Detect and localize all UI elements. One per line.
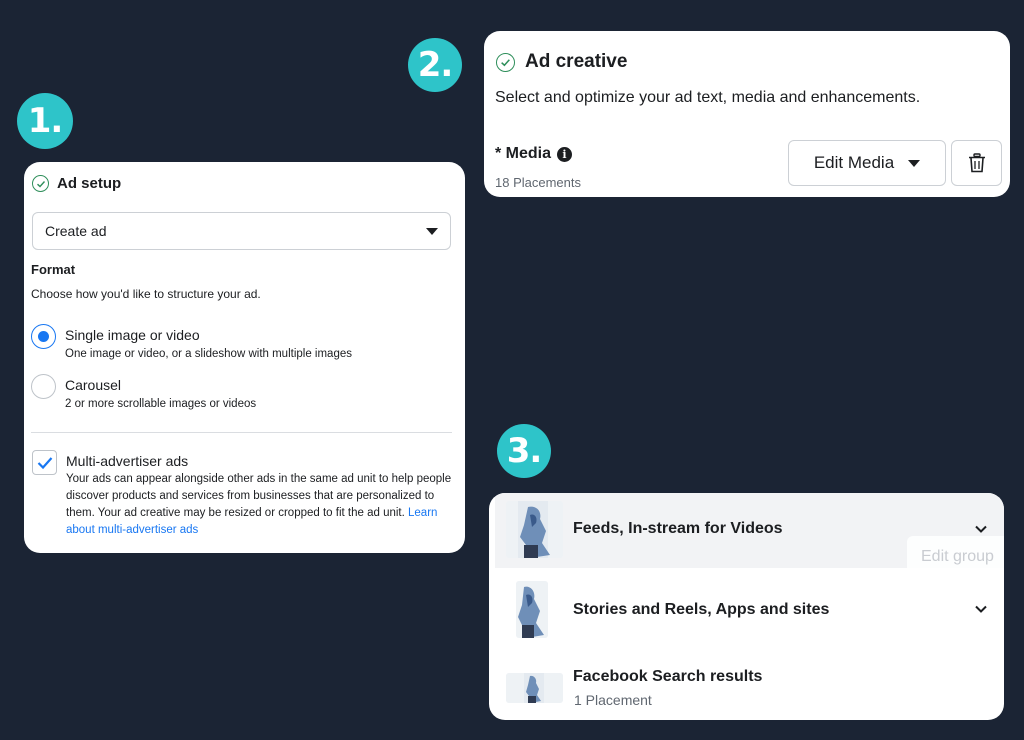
format-option-single[interactable]: Single image or video One image or video… xyxy=(31,324,352,360)
multi-advertiser-description: Your ads can appear alongside other ads … xyxy=(66,471,452,539)
ad-setup-select-value: Create ad xyxy=(45,223,107,239)
video-thumbnail xyxy=(516,581,548,638)
placement-row-title[interactable]: Stories and Reels, Apps and sites xyxy=(573,601,829,619)
multi-advertiser-text: Your ads can appear alongside other ads … xyxy=(66,473,452,519)
video-thumbnail xyxy=(506,673,563,703)
carousel-radio[interactable] xyxy=(31,374,56,399)
trash-icon xyxy=(968,153,985,173)
divider xyxy=(31,432,452,433)
step-3-badge: 3. xyxy=(497,424,551,478)
ad-setup-select[interactable]: Create ad xyxy=(32,212,451,250)
caret-down-icon xyxy=(426,227,438,235)
ad-creative-card: Ad creative Select and optimize your ad … xyxy=(484,31,1010,197)
media-label: * Media xyxy=(495,145,552,162)
placement-row-title[interactable]: Facebook Search results xyxy=(573,668,762,686)
step-1-badge: 1. xyxy=(17,93,73,149)
chevron-down-icon[interactable] xyxy=(973,521,989,537)
ad-creative-title: Ad creative xyxy=(525,51,628,72)
placement-count: 1 Placement xyxy=(574,692,652,708)
info-icon[interactable]: i xyxy=(557,146,573,162)
edit-media-button[interactable]: Edit Media xyxy=(788,140,946,186)
ad-setup-title: Ad setup xyxy=(57,175,122,192)
single-image-radio[interactable] xyxy=(31,324,56,349)
edit-media-label: Edit Media xyxy=(813,153,895,172)
caret-down-icon xyxy=(908,159,921,167)
option-title: Single image or video xyxy=(65,327,200,343)
check-circle-icon xyxy=(496,52,515,72)
video-thumbnail xyxy=(506,501,563,558)
multi-advertiser-title: Multi-advertiser ads xyxy=(66,453,189,469)
option-subtitle: One image or video, or a slideshow with … xyxy=(65,348,352,360)
placement-row-title[interactable]: Feeds, In-stream for Videos xyxy=(573,520,783,538)
ad-setup-header: Ad setup xyxy=(32,175,121,192)
format-description: Choose how you'd like to structure your … xyxy=(31,287,261,301)
placement-groups-card: Feeds, In-stream for Videos Edit group S… xyxy=(489,493,1004,720)
format-label: Format xyxy=(31,262,76,277)
format-option-carousel[interactable]: Carousel 2 or more scrollable images or … xyxy=(31,374,256,410)
delete-media-button[interactable] xyxy=(951,140,1002,186)
ad-creative-description: Select and optimize your ad text, media … xyxy=(495,89,921,106)
step-2-badge: 2. xyxy=(408,38,462,92)
ad-setup-card: Ad setup Create ad Format Choose how you… xyxy=(24,162,465,553)
checkmark-icon xyxy=(37,456,52,469)
ad-creative-header: Ad creative xyxy=(496,51,627,73)
placements-count: 18 Placements xyxy=(495,175,581,190)
chevron-down-icon[interactable] xyxy=(973,601,989,617)
check-circle-icon xyxy=(32,175,49,192)
option-subtitle: 2 or more scrollable images or videos xyxy=(65,398,257,410)
multi-advertiser-checkbox[interactable] xyxy=(32,450,57,475)
option-title: Carousel xyxy=(65,377,122,393)
multi-advertiser-option[interactable]: Multi-advertiser ads Your ads can appear… xyxy=(32,450,452,539)
edit-group-button[interactable]: Edit group xyxy=(907,536,1004,578)
media-label-row: * Media i xyxy=(495,145,573,163)
